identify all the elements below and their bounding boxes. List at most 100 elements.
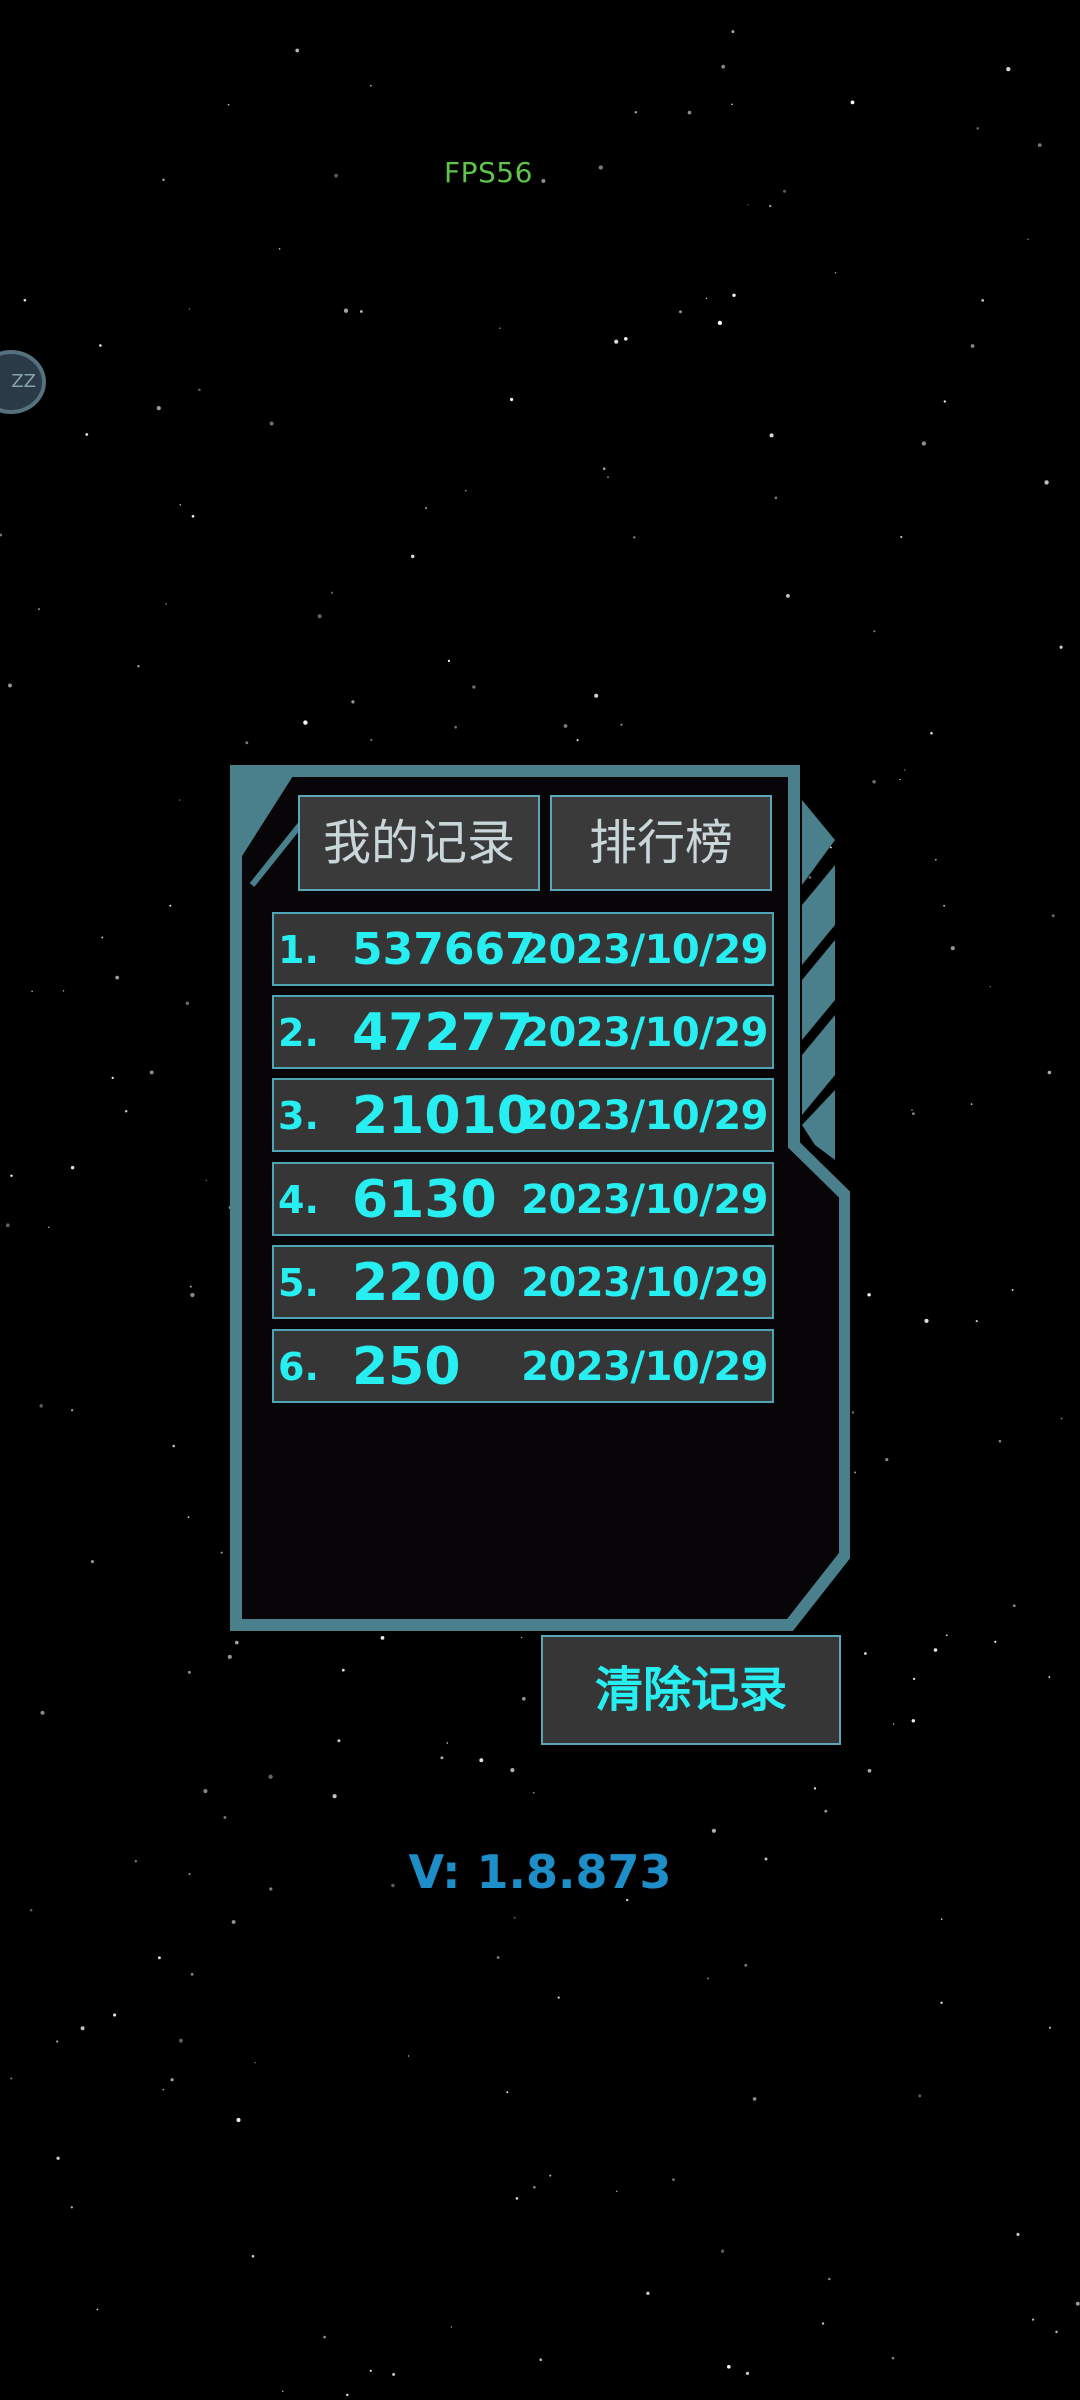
star — [744, 1963, 748, 1967]
star — [1006, 66, 1011, 72]
star — [533, 2186, 536, 2189]
fps-counter: FPS56 — [444, 156, 533, 189]
star — [169, 904, 172, 907]
star — [707, 1977, 710, 1980]
record-score: 21010 — [352, 1086, 533, 1146]
star — [549, 2174, 552, 2177]
star — [646, 2291, 650, 2296]
star — [1047, 1070, 1052, 1075]
star — [981, 298, 985, 302]
star — [679, 310, 682, 314]
star — [522, 1697, 526, 1701]
star — [187, 1516, 190, 1518]
star — [1059, 645, 1063, 649]
star — [834, 271, 837, 274]
star — [251, 2255, 255, 2258]
star — [821, 2322, 825, 2325]
star — [0, 533, 3, 537]
star — [541, 178, 546, 183]
star — [268, 1774, 273, 1779]
star — [29, 1909, 33, 1912]
star — [557, 1996, 560, 1999]
star — [824, 1809, 828, 1813]
star — [576, 739, 579, 742]
star — [40, 1710, 45, 1715]
star — [1032, 2318, 1035, 2321]
star — [156, 406, 161, 411]
star — [614, 339, 619, 344]
star — [162, 178, 165, 182]
star — [769, 433, 774, 438]
record-date: 2023/10/29 — [521, 927, 768, 973]
star — [731, 103, 733, 106]
star — [1027, 238, 1029, 241]
star — [989, 985, 992, 988]
record-score: 2200 — [352, 1253, 497, 1313]
star — [921, 441, 927, 446]
star — [115, 975, 120, 980]
star — [976, 127, 979, 130]
record-rank: 6. — [278, 1345, 319, 1389]
star — [323, 2335, 326, 2339]
star — [178, 799, 181, 801]
record-row: 2. 47277 2023/10/29 — [272, 995, 774, 1069]
star — [236, 2118, 241, 2122]
star — [620, 723, 623, 726]
star — [149, 1070, 154, 1075]
star — [70, 2206, 73, 2209]
star — [940, 2001, 943, 2004]
star — [873, 630, 876, 633]
record-score: 47277 — [352, 1003, 533, 1063]
star — [727, 2365, 731, 2369]
star — [370, 738, 373, 741]
star — [911, 1719, 915, 1723]
star — [774, 496, 778, 500]
record-row: 1. 537667 2023/10/29 — [272, 912, 774, 986]
star — [454, 725, 457, 729]
record-date: 2023/10/29 — [521, 1260, 768, 1306]
star — [359, 310, 363, 313]
record-score: 537667 — [352, 924, 536, 975]
star — [254, 2062, 256, 2064]
star — [351, 700, 355, 704]
star — [303, 720, 308, 725]
star — [295, 48, 300, 53]
star — [1037, 143, 1042, 147]
star — [39, 1404, 43, 1408]
star — [124, 1110, 128, 1113]
record-row: 5. 2200 2023/10/29 — [272, 1245, 774, 1319]
record-row: 3. 21010 2023/10/29 — [272, 1078, 774, 1152]
star — [607, 476, 609, 478]
clear-records-button[interactable]: 清除记录 — [541, 1635, 841, 1745]
star — [5, 1223, 10, 1228]
star — [282, 2390, 284, 2392]
star — [1048, 1676, 1051, 1678]
star — [851, 1411, 855, 1414]
star — [113, 2013, 117, 2017]
star — [450, 2326, 453, 2328]
star — [918, 2094, 922, 2098]
record-date: 2023/10/29 — [521, 1177, 768, 1223]
record-rank: 2. — [278, 1011, 319, 1055]
star — [1016, 2232, 1020, 2236]
star — [8, 683, 12, 688]
record-date: 2023/10/29 — [521, 1344, 768, 1390]
record-rank: 5. — [278, 1261, 319, 1305]
star — [179, 2038, 183, 2043]
star — [943, 904, 945, 907]
star — [346, 2393, 349, 2397]
star — [1051, 914, 1055, 918]
star — [1011, 1288, 1014, 1291]
game-screen: FPS56 ZZ 我的记录 排行榜 1. 537667 2023/10/29 2… — [0, 0, 1080, 2400]
star — [479, 1758, 484, 1763]
record-rank: 3. — [278, 1094, 319, 1138]
tab-leaderboard[interactable]: 排行榜 — [550, 795, 772, 891]
star — [392, 2372, 396, 2376]
star — [62, 990, 65, 992]
star — [187, 1670, 191, 1674]
star — [598, 165, 603, 170]
record-date: 2023/10/29 — [521, 1093, 768, 1139]
star — [231, 1920, 236, 1924]
star — [705, 297, 708, 300]
tab-my-records[interactable]: 我的记录 — [298, 795, 540, 891]
